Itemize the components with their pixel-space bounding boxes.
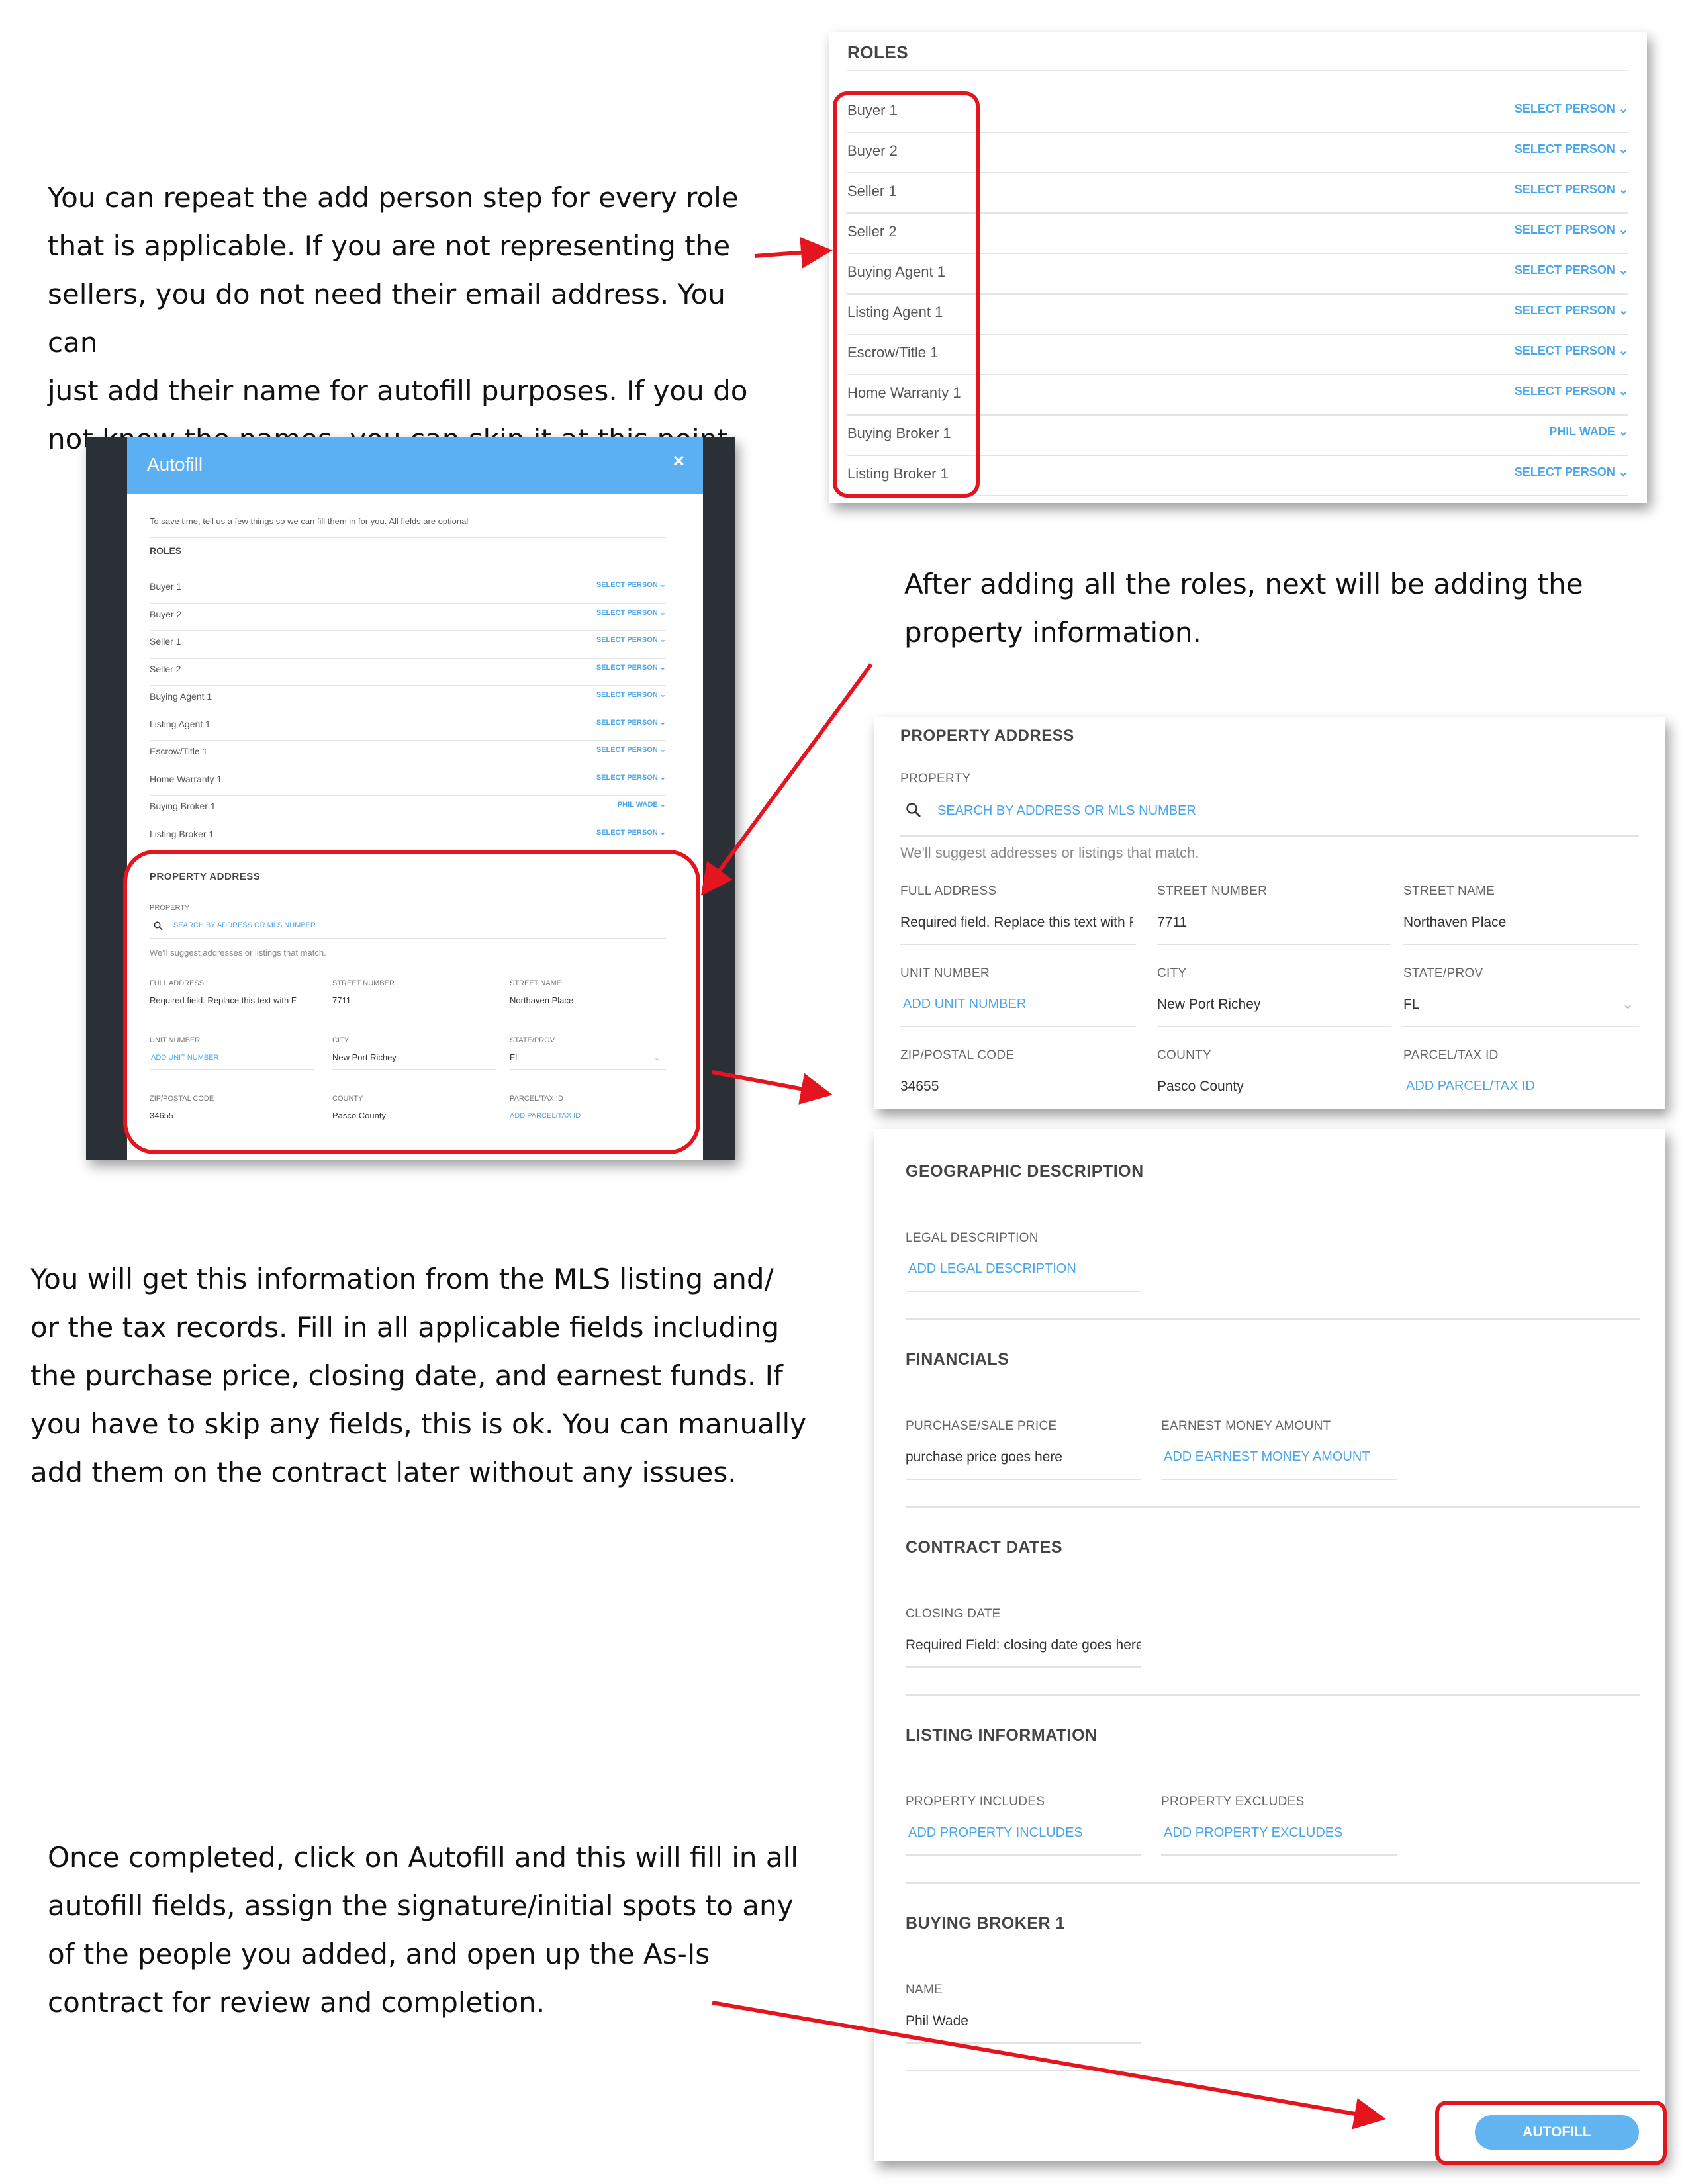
arrow-to-property-panel (712, 1070, 833, 1105)
arrow-to-property-box (700, 663, 873, 896)
arrow-to-roles (754, 236, 833, 269)
arrow-to-autofill (712, 2001, 1386, 2130)
arrows-overlay (700, 236, 1386, 2130)
